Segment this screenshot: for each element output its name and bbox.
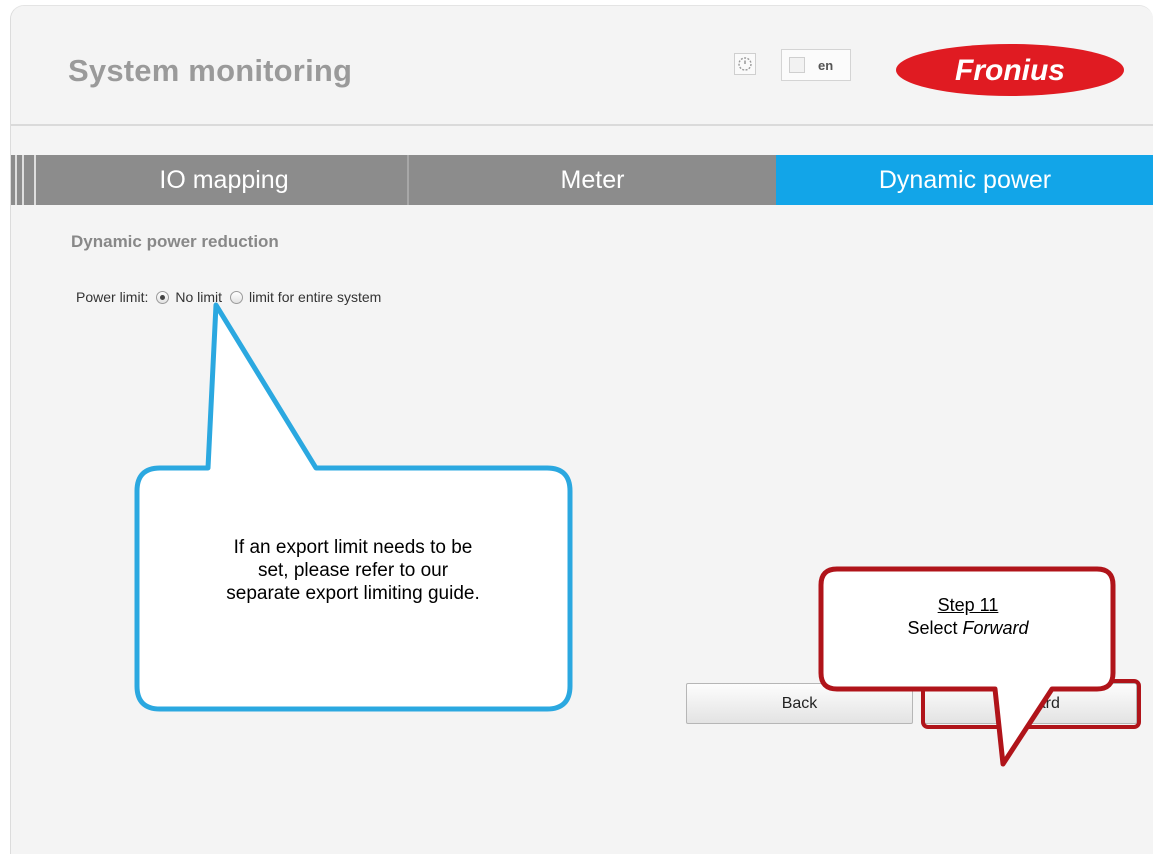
annotation-layer <box>134 302 1116 767</box>
info-callout-line: If an export limit needs to be <box>233 537 473 558</box>
step-callout-text: Step 11 Select Forward <box>823 594 1113 640</box>
info-callout-line: separate export limiting guide. <box>226 583 480 604</box>
info-callout-text: If an export limit needs to be set, plea… <box>140 536 566 605</box>
step-action: Select <box>907 618 958 638</box>
step-number: Step 11 <box>937 595 999 615</box>
info-callout-bubble <box>134 302 573 712</box>
step-target: Forward <box>962 618 1029 638</box>
step-instruction: Select Forward <box>823 617 1113 640</box>
info-callout-line: set, please refer to our <box>257 560 449 581</box>
